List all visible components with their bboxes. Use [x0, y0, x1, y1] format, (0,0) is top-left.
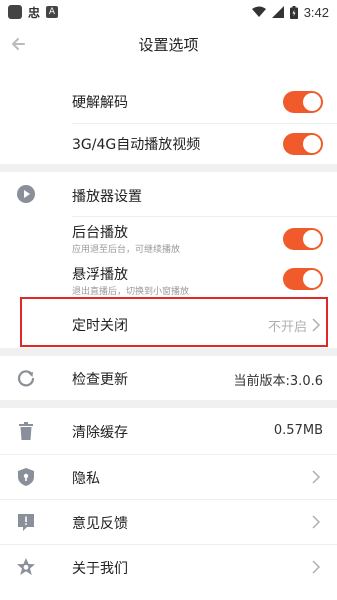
check-update-label: 检查更新: [72, 372, 128, 388]
refresh-icon: [17, 370, 35, 387]
cache-size-value: 0.57MB: [273, 423, 323, 438]
privacy-label: 隐私: [72, 471, 100, 487]
float-play-row: 悬浮播放 退出直播后，切换到小窗播放: [0, 262, 337, 298]
signal-icon: [271, 6, 284, 18]
chevron-right-icon: [312, 515, 321, 529]
status-bar: 忠 A 3:42: [0, 0, 337, 24]
page-title: 设置选项: [138, 36, 199, 54]
chevron-right-icon: [312, 560, 321, 574]
feedback-row[interactable]: 意见反馈: [0, 500, 337, 544]
battery-icon: [289, 5, 298, 19]
player-settings-heading: 播放器设置: [72, 189, 142, 205]
autoplay-toggle[interactable]: [283, 133, 323, 155]
version-value: 当前版本:3.0.6: [233, 374, 323, 389]
background-play-toggle[interactable]: [283, 228, 323, 250]
misc-section: 清除缓存 0.57MB 隐私 意见反馈 关于我们: [0, 408, 337, 600]
highlight-box: [20, 297, 328, 347]
background-play-row: 后台播放 应用退至后台，可继续播放: [0, 220, 337, 260]
star-icon: [17, 558, 35, 575]
playback-section: 硬解解码 3G/4G自动播放视频: [0, 64, 337, 164]
hw-decode-row: 硬解解码: [0, 84, 337, 120]
about-label: 关于我们: [72, 561, 128, 577]
background-play-description: 应用退至后台，可继续播放: [72, 245, 181, 255]
trash-icon: [19, 422, 33, 440]
check-update-row[interactable]: 检查更新 当前版本:3.0.6: [0, 356, 337, 400]
wifi-icon: [251, 6, 266, 17]
background-play-label: 后台播放: [72, 225, 128, 241]
float-play-description: 退出直播后，切换到小窗播放: [72, 287, 190, 297]
divider: [72, 123, 337, 124]
autoplay-row: 3G/4G自动播放视频: [0, 126, 337, 162]
privacy-row[interactable]: 隐私: [0, 455, 337, 499]
hw-decode-toggle[interactable]: [283, 91, 323, 113]
clear-cache-label: 清除缓存: [72, 425, 128, 441]
a-notification-icon: A: [46, 6, 59, 18]
app-bar: 设置选项: [0, 24, 337, 64]
app-notification-icon: [8, 5, 22, 19]
notification-glyph: 忠: [28, 5, 41, 20]
divider: [72, 216, 337, 217]
clock: 3:42: [303, 4, 329, 20]
shield-icon: [18, 468, 34, 486]
about-row[interactable]: 关于我们: [0, 545, 337, 589]
play-circle-icon: [17, 185, 35, 203]
clear-cache-row[interactable]: 清除缓存 0.57MB: [0, 408, 337, 454]
chevron-right-icon: [312, 470, 321, 484]
feedback-label: 意见反馈: [72, 516, 128, 532]
float-play-toggle[interactable]: [283, 268, 323, 290]
hw-decode-label: 硬解解码: [72, 95, 128, 111]
autoplay-label: 3G/4G自动播放视频: [72, 137, 201, 153]
player-settings-header: 播放器设置: [0, 172, 337, 216]
float-play-label: 悬浮播放: [72, 267, 128, 283]
feedback-icon: [18, 514, 34, 531]
